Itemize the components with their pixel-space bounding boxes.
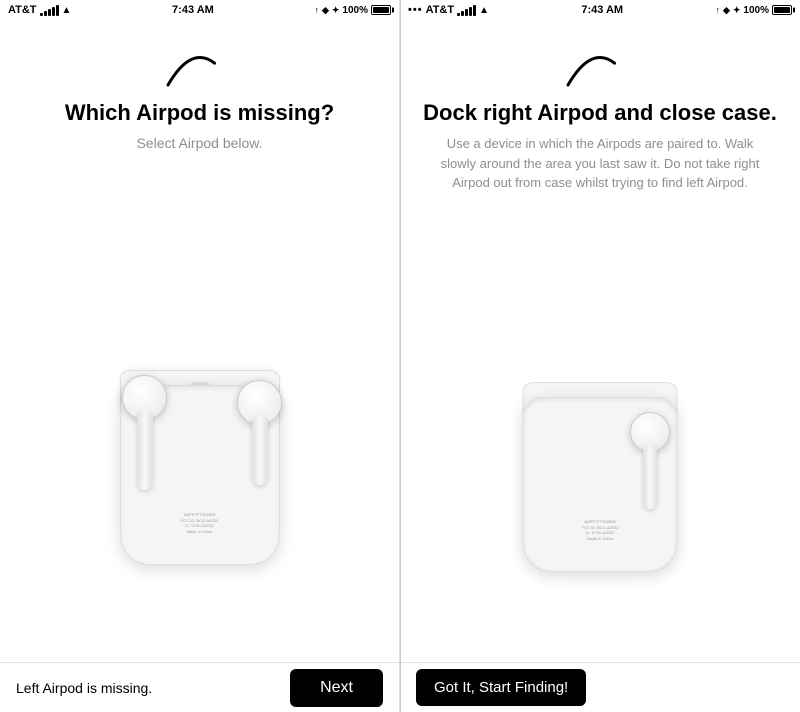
left-arc-container: [160, 40, 240, 90]
airpod-left-stem: [137, 410, 153, 490]
signal-bars-icon: [40, 5, 59, 16]
left-airpod-image: AAPP7FTZ02826FCC ID: BCG-A2032IC: 579C-A…: [20, 169, 379, 662]
right-battery-icon: [772, 5, 792, 15]
left-time: 7:43 AM: [172, 4, 214, 16]
airpod-right[interactable]: [225, 380, 295, 500]
left-airpod-status: Left Airpod is missing.: [16, 680, 152, 696]
bluetooth-icon: ✦: [332, 5, 340, 16]
next-button[interactable]: Next: [290, 669, 383, 707]
battery-icon: [371, 5, 391, 15]
battery-label: 100%: [342, 5, 368, 16]
right-phone-screen: ••• AT&T ▲ 7:43 AM ↑ ◆ ✦ 100%: [400, 0, 800, 712]
left-screen-title: Which Airpod is missing?: [65, 100, 334, 126]
right-arc-container: [560, 40, 640, 90]
left-phone-screen: AT&T ▲ 7:43 AM ↑ ◆ ✦ 100%: [0, 0, 400, 712]
airpod-left[interactable]: [110, 375, 180, 505]
screen-divider: [400, 0, 401, 712]
airpod-right-only-stem: [643, 444, 657, 509]
location-icon: ◆: [322, 5, 329, 16]
right-battery-label: 100%: [743, 5, 769, 16]
airpod-right-stem: [252, 415, 268, 485]
right-airpod-image: AAPP7FTZ02826FCC ID: BCG-A2032IC: 579C-A…: [420, 203, 780, 662]
right-location-icon: ◆: [723, 5, 730, 16]
right-wifi-icon: ▲: [479, 5, 489, 16]
right-arrow-icon: ↑: [715, 5, 720, 15]
right-status-right: ↑ ◆ ✦ 100%: [715, 5, 792, 16]
airpods-both-illustration: AAPP7FTZ02826FCC ID: BCG-A2032IC: 579C-A…: [90, 265, 310, 565]
right-arc-icon: [560, 40, 640, 90]
start-finding-button[interactable]: Got It, Start Finding!: [416, 669, 586, 706]
right-dots-icon: •••: [408, 4, 423, 16]
left-status-left: AT&T ▲: [8, 4, 71, 16]
right-carrier-label: AT&T: [426, 4, 455, 16]
right-time: 7:43 AM: [581, 4, 623, 16]
right-screen-title: Dock right Airpod and close case.: [423, 100, 777, 126]
right-bottom-bar: Got It, Start Finding!: [400, 662, 800, 712]
left-status-bar: AT&T ▲ 7:43 AM ↑ ◆ ✦ 100%: [0, 0, 399, 20]
left-bottom-bar: Left Airpod is missing. Next: [0, 662, 399, 712]
airpod-right-only: [620, 412, 680, 522]
airpods-right-illustration: AAPP7FTZ02826FCC ID: BCG-A2032IC: 579C-A…: [500, 292, 700, 572]
case-text: AAPP7FTZ02826FCC ID: BCG-A2032IC: 579C-A…: [181, 512, 218, 534]
right-battery-fill: [774, 7, 790, 13]
battery-fill: [373, 7, 389, 13]
left-screen-content: Which Airpod is missing? Select Airpod b…: [0, 20, 399, 662]
left-arc-icon: [160, 40, 240, 90]
right-screen-content: Dock right Airpod and close case. Use a …: [400, 20, 800, 662]
right-signal-bars: [457, 5, 476, 16]
right-bluetooth-icon: ✦: [733, 5, 741, 16]
wifi-icon: ▲: [62, 5, 72, 16]
left-status-right: ↑ ◆ ✦ 100%: [314, 5, 391, 16]
right-status-left: ••• AT&T ▲: [408, 4, 489, 16]
right-case-text: AAPP7FTZ02826FCC ID: BCG-A2032IC: 579C-A…: [581, 519, 618, 541]
right-status-bar: ••• AT&T ▲ 7:43 AM ↑ ◆ ✦ 100%: [400, 0, 800, 20]
right-screen-description: Use a device in which the Airpods are pa…: [420, 134, 780, 193]
left-screen-subtitle: Select Airpod below.: [136, 134, 262, 154]
arrow-up-icon: ↑: [314, 5, 319, 15]
carrier-label: AT&T: [8, 4, 37, 16]
